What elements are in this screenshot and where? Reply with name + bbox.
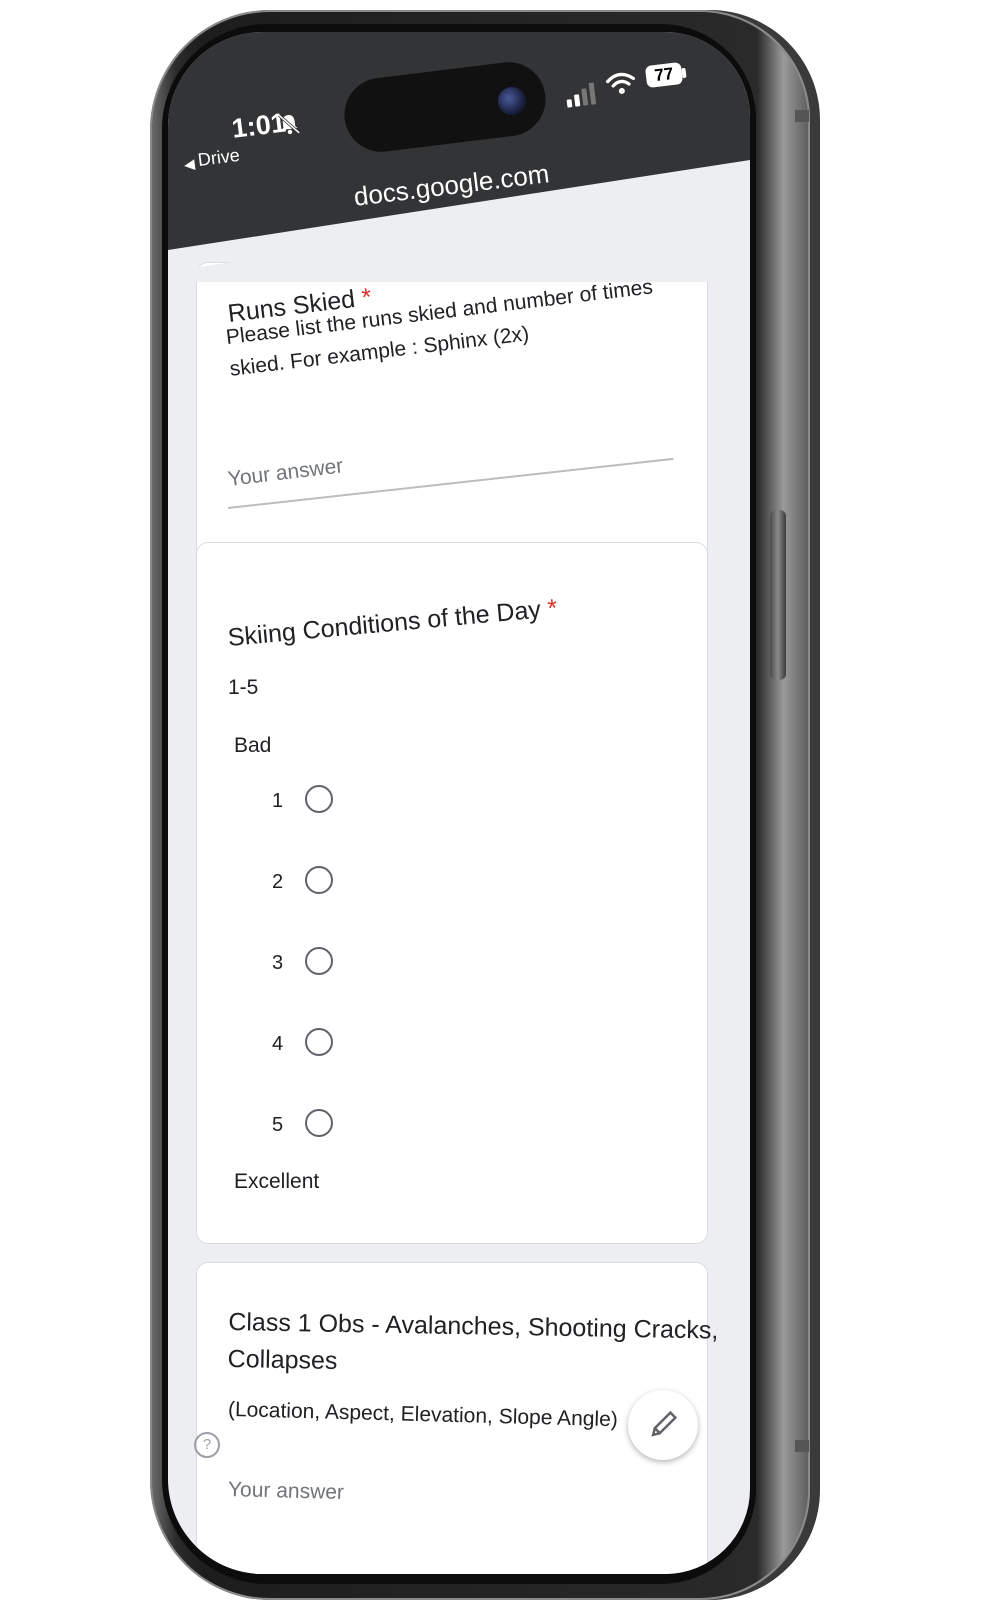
back-caret-icon[interactable]: ◀ (183, 155, 196, 173)
signal-icon (566, 82, 597, 108)
side-button (770, 510, 786, 680)
radio-option-3[interactable] (305, 947, 333, 975)
bell-off-icon (277, 114, 301, 135)
radio-option-2[interactable] (305, 866, 333, 894)
radio-option-4[interactable] (305, 1028, 333, 1056)
question-title: Class 1 Obs - Avalanches, Shooting Crack… (227, 1308, 718, 1383)
phone-screen: Runs Skied * Please list the runs skied … (168, 32, 750, 1574)
radio-option-1[interactable] (305, 785, 333, 813)
radio-label: 4 (272, 1033, 284, 1055)
phone-antenna-band (795, 110, 809, 122)
radio-option-5[interactable] (305, 1109, 333, 1137)
radio-label: 3 (272, 952, 284, 974)
question-description: 1-5 (228, 676, 259, 699)
wifi-icon (606, 72, 636, 94)
answer-input-class1-obs[interactable]: Your answer (228, 1478, 345, 1505)
scale-low-label: Bad (234, 734, 272, 757)
battery-icon: 77 (644, 61, 684, 89)
phone-antenna-band (795, 1440, 809, 1452)
radio-label: 2 (272, 871, 284, 893)
radio-label: 1 (272, 790, 284, 812)
pencil-icon (651, 1410, 678, 1437)
required-asterisk: * (546, 594, 559, 623)
help-icon[interactable]: ? (194, 1432, 220, 1458)
radio-label: 5 (272, 1114, 284, 1136)
scale-high-label: Excellent (234, 1170, 320, 1193)
edit-fab-button[interactable] (628, 1390, 698, 1460)
